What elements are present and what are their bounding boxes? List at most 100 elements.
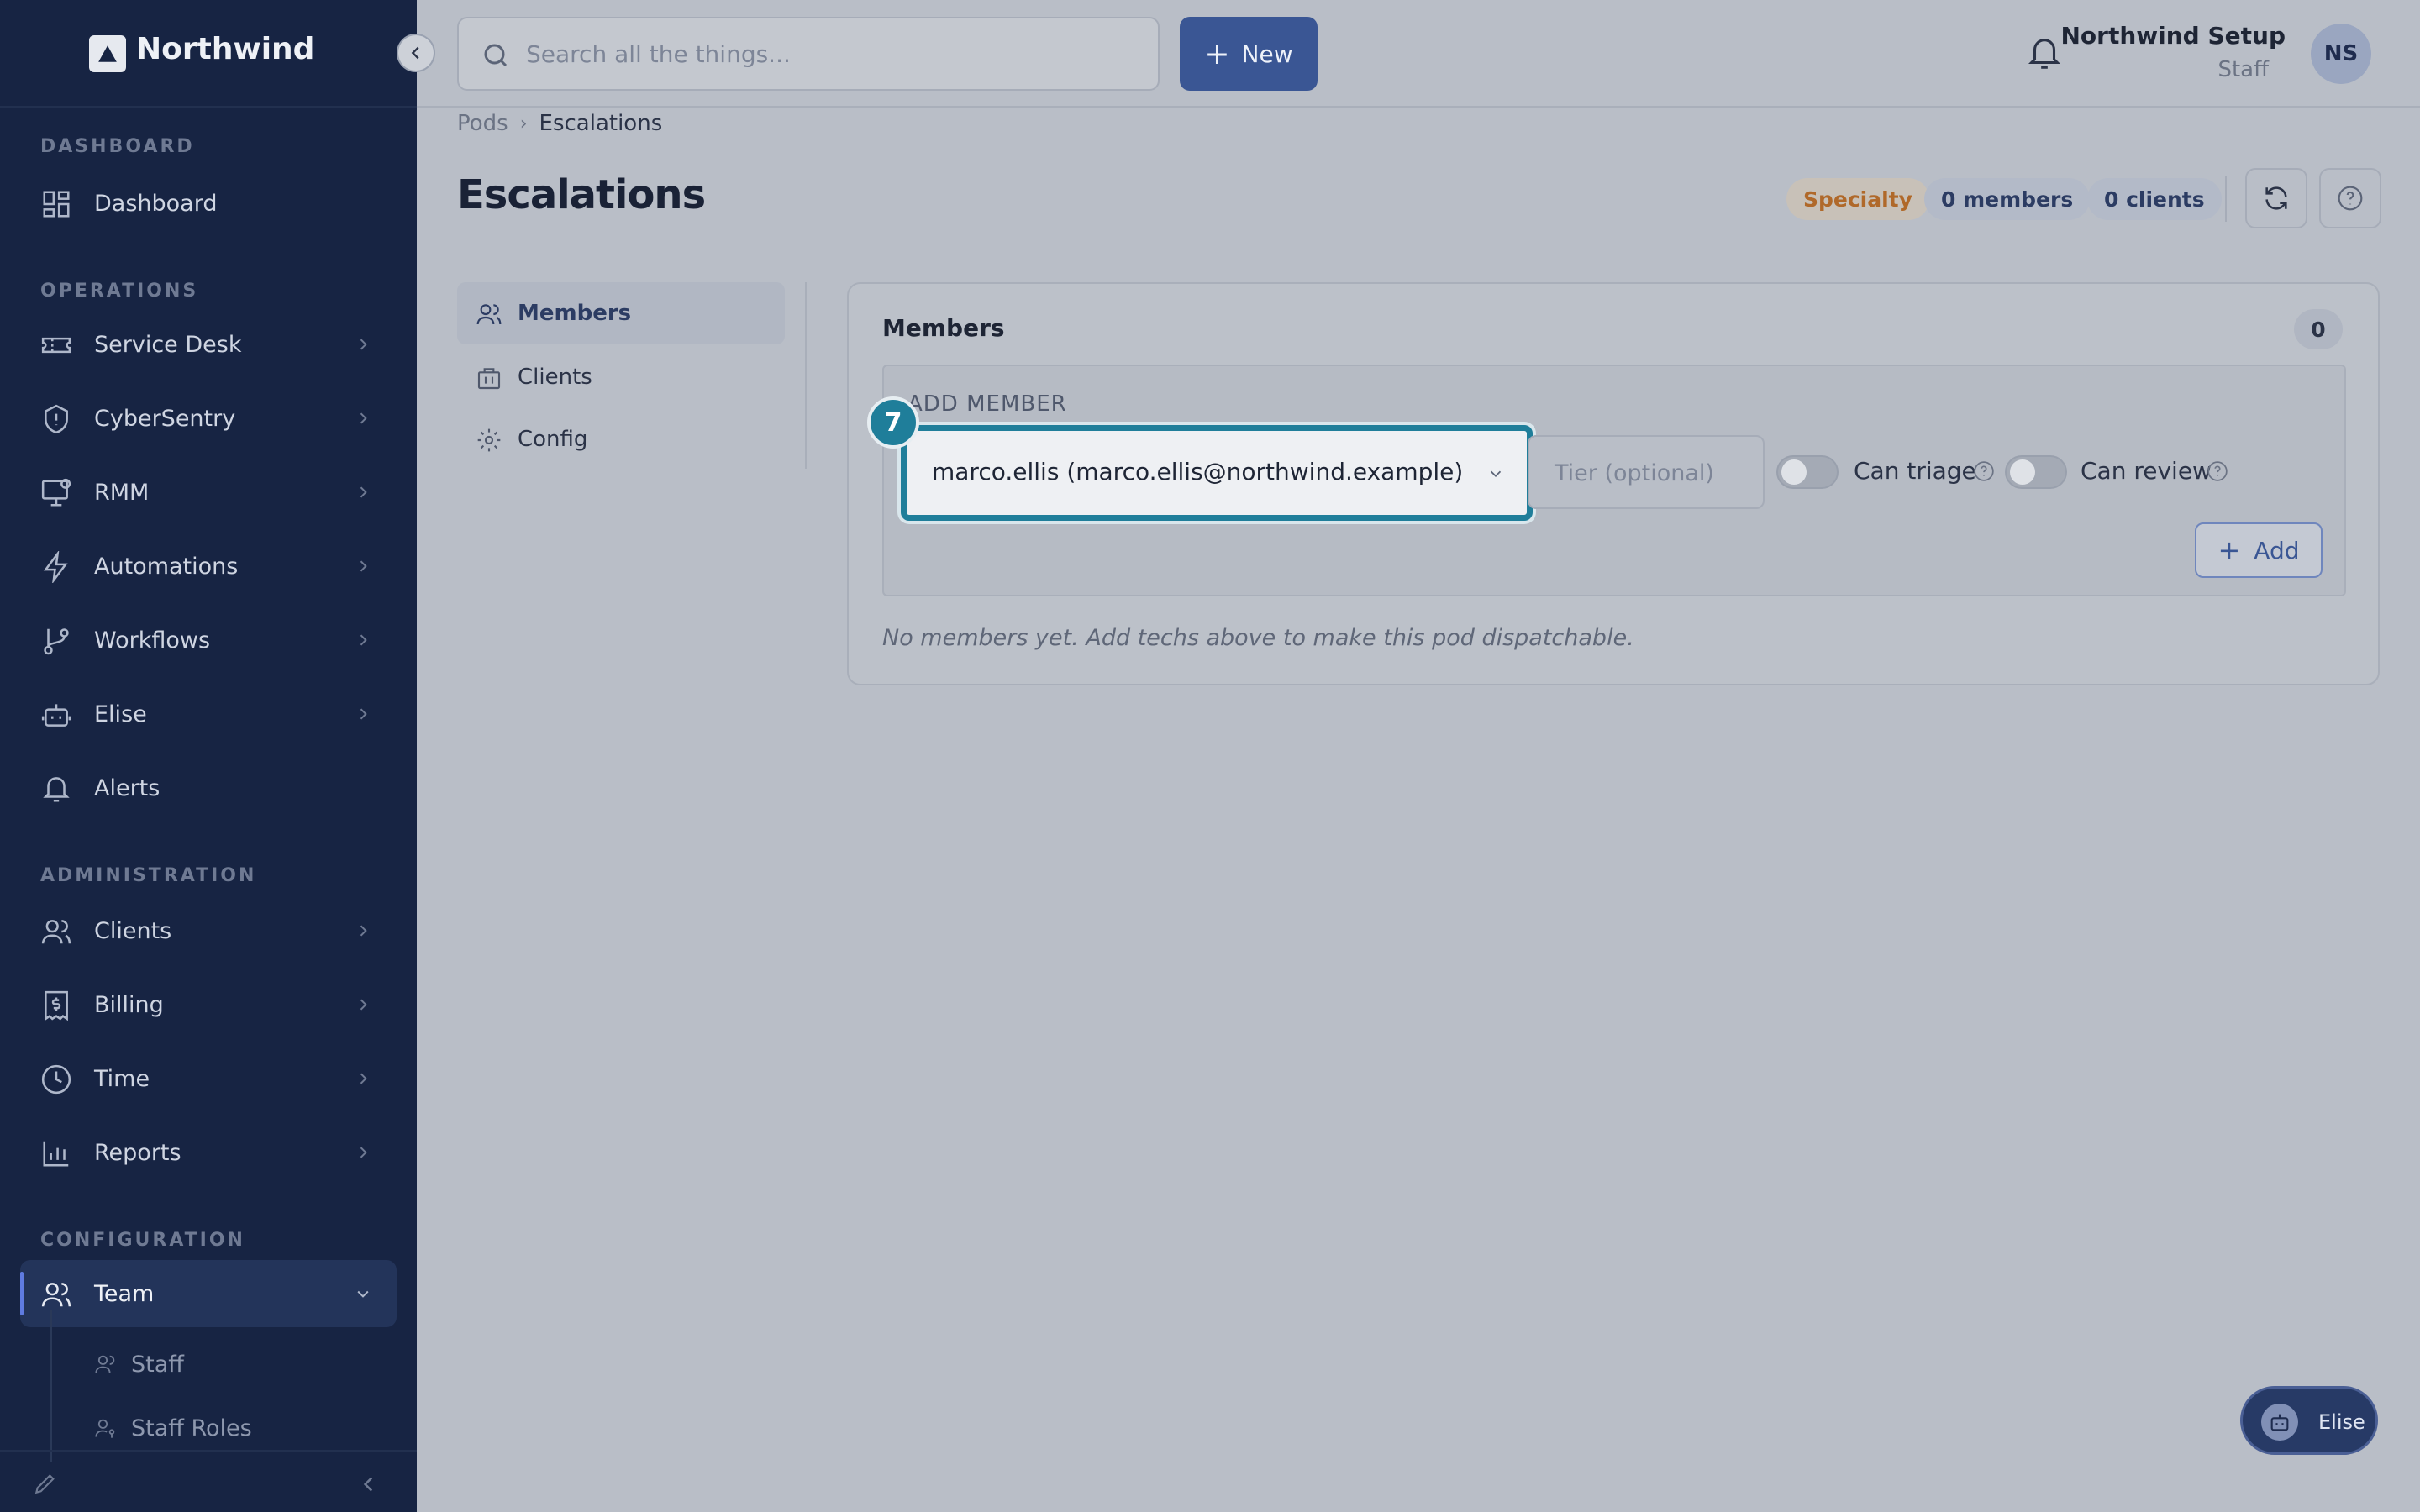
tab-config[interactable]: Config [457, 408, 785, 470]
chevron-left-icon [411, 46, 419, 60]
submenu-guide-line [50, 1310, 52, 1462]
notifications-bell-icon[interactable] [2025, 34, 2064, 72]
sidebar-item-rmm[interactable]: RMM [20, 459, 397, 526]
step-marker: 7 [867, 396, 919, 449]
sidebar-item-billing[interactable]: Billing [20, 971, 397, 1038]
sidebar-item-cybersentry[interactable]: CyberSentry [20, 385, 397, 452]
member-select-value: marco.ellis (marco.ellis@northwind.examp… [932, 458, 1464, 486]
building-icon [477, 368, 501, 390]
tier-input[interactable]: Tier (optional) [1528, 435, 1765, 509]
sidebar-item-workflows[interactable]: Workflows [20, 606, 397, 674]
breadcrumb: Pods › Escalations [457, 111, 662, 136]
gear-icon [477, 428, 501, 452]
sidebar-item-dashboard[interactable]: Dashboard [20, 170, 397, 237]
tab-label: Members [518, 301, 632, 326]
search-icon [484, 44, 508, 67]
chevron-right-icon [360, 1147, 367, 1158]
chevron-right-icon [360, 999, 367, 1011]
sidebar-item-label: Time [94, 1065, 150, 1092]
help-circle-icon[interactable] [2207, 460, 2228, 482]
sidebar-item-time[interactable]: Time [20, 1045, 397, 1112]
breadcrumb-current: Escalations [539, 111, 663, 136]
receipt-icon [45, 990, 68, 1021]
sidebar-footer [0, 1450, 417, 1512]
monitor-icon [41, 478, 71, 507]
add-member-button[interactable]: + Add [2195, 522, 2323, 578]
sidebar-item-team[interactable]: Team [20, 1260, 397, 1327]
add-member-panel: ADD MEMBER marco.ellis (marco.ellis@nort… [882, 365, 2346, 596]
avatar[interactable]: NS [2311, 24, 2371, 84]
chevron-right-icon [360, 412, 367, 424]
users-icon [41, 920, 71, 944]
members-card: Members 0 ADD MEMBER marco.ellis (marco.… [847, 282, 2380, 685]
sidebar-item-label: Reports [94, 1139, 182, 1166]
search-input[interactable]: Search all the things... [457, 17, 1160, 91]
tab-clients[interactable]: Clients [457, 346, 785, 408]
tier-placeholder: Tier (optional) [1555, 460, 1714, 486]
empty-members-message: No members yet. Add techs above to make … [882, 625, 1634, 651]
section-operations: OPERATIONS [40, 281, 199, 302]
users-icon [41, 1283, 71, 1307]
user-role: Staff [2217, 57, 2269, 82]
sidebar-item-automations[interactable]: Automations [20, 533, 397, 600]
topbar: Search all the things... + New Northwind… [417, 0, 2420, 108]
users-icon [476, 304, 502, 325]
sidebar-item-elise[interactable]: Elise [20, 680, 397, 748]
page-title: Escalations [457, 171, 706, 218]
pencil-icon[interactable] [32, 1470, 59, 1497]
sidebar-item-label: Workflows [94, 627, 211, 654]
can-review-toggle[interactable] [2005, 455, 2067, 489]
sidebar-item-clients[interactable]: Clients [20, 897, 397, 964]
ticket-icon [41, 337, 71, 354]
sidebar-subitem-label: Staff [131, 1351, 184, 1378]
chevron-left-icon[interactable] [358, 1473, 380, 1495]
sidebar-item-label: Service Desk [94, 331, 242, 358]
sidebar-subitem-staff[interactable]: Staff [94, 1339, 184, 1389]
members-count-badge: 0 members [1924, 178, 2091, 220]
sidebar-item-label: Team [94, 1280, 155, 1307]
breadcrumb-pods-link[interactable]: Pods [457, 111, 508, 136]
add-button-label: Add [2254, 536, 2300, 564]
sidebar-item-service-desk[interactable]: Service Desk [20, 311, 397, 378]
brand: Northwind [0, 0, 417, 108]
robot-icon [2261, 1404, 2298, 1441]
brand-name: Northwind [136, 32, 315, 66]
can-triage-label: Can triage [1854, 457, 1976, 485]
can-triage-toggle[interactable] [1776, 455, 1839, 489]
tabs-divider [805, 282, 807, 469]
sidebar-item-reports[interactable]: Reports [20, 1119, 397, 1186]
help-button[interactable] [2319, 168, 2381, 228]
help-circle-icon[interactable] [1973, 460, 1995, 482]
tab-label: Config [518, 427, 588, 452]
clock-icon [41, 1064, 71, 1095]
sidebar-item-label: Billing [94, 991, 164, 1018]
user-key-icon [95, 1419, 115, 1438]
member-select[interactable]: marco.ellis (marco.ellis@northwind.examp… [901, 425, 1533, 521]
sidebar-item-label: Dashboard [94, 190, 218, 217]
header-divider [2225, 176, 2227, 222]
refresh-icon [2265, 186, 2287, 210]
chevron-right-icon [360, 634, 367, 646]
sidebar: Northwind DASHBOARD Dashboard OPERATIONS… [0, 0, 417, 1512]
sidebar-item-alerts[interactable]: Alerts [20, 754, 397, 822]
help-circle-icon [2338, 186, 2363, 211]
search-placeholder: Search all the things... [526, 40, 791, 68]
chevron-right-icon [360, 1073, 367, 1084]
chevron-right-icon [360, 486, 367, 498]
elise-assistant-button[interactable]: Elise [2240, 1386, 2378, 1455]
refresh-button[interactable] [2245, 168, 2307, 228]
lightning-icon [43, 551, 68, 583]
sidebar-subitem-staff-roles[interactable]: Staff Roles [94, 1403, 252, 1453]
collapse-sidebar-button[interactable] [397, 34, 435, 72]
sidebar-item-label: Automations [94, 553, 239, 580]
users-icon [95, 1355, 115, 1373]
chevron-right-icon [360, 560, 367, 572]
new-button-label: New [1241, 39, 1293, 68]
new-button[interactable]: + New [1180, 17, 1318, 91]
sidebar-item-label: Alerts [94, 774, 160, 801]
tab-members[interactable]: Members [457, 282, 785, 344]
section-dashboard: DASHBOARD [40, 136, 195, 157]
add-member-label: ADD MEMBER [908, 391, 1067, 417]
chevron-right-icon [360, 708, 367, 720]
user-name: Northwind Setup [2060, 22, 2286, 50]
